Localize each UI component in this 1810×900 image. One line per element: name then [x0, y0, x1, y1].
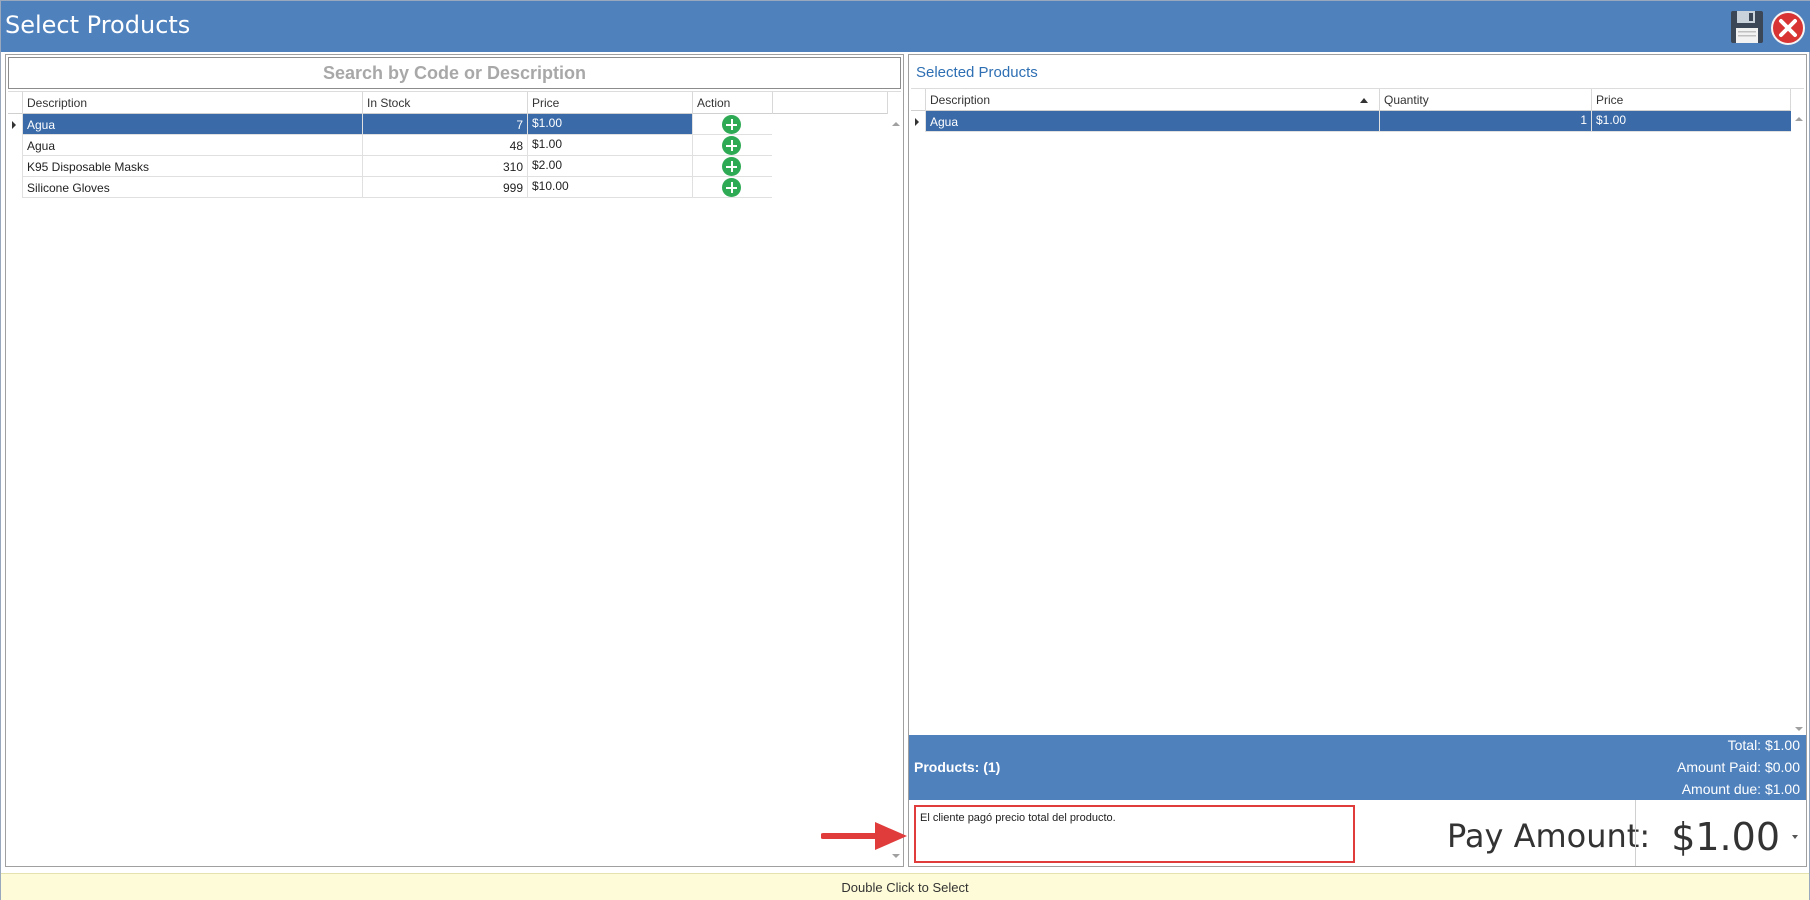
payment-note-field[interactable]: El cliente pagó precio total del product…: [914, 805, 1355, 863]
cell-action: [692, 177, 772, 198]
column-header-price[interactable]: Price: [527, 92, 692, 114]
pay-amount-input[interactable]: $1.00: [1635, 800, 1806, 866]
column-header-quantity[interactable]: Quantity: [1379, 89, 1591, 111]
column-header-description[interactable]: Description: [22, 92, 362, 114]
cell-price: $1.00: [1591, 111, 1791, 132]
cell-in-stock: 7: [362, 114, 527, 135]
table-row[interactable]: Agua 1 $1.00: [911, 111, 1791, 132]
cell-price: $1.00: [527, 114, 692, 135]
cell-action: [692, 135, 772, 156]
close-icon: [1771, 11, 1805, 45]
selected-grid-header: Description Quantity Price: [911, 89, 1791, 111]
cell-price: $1.00: [527, 135, 692, 156]
sort-ascending-icon: [1360, 98, 1368, 103]
selected-products-panel: Selected Products Description Quantity P…: [908, 54, 1807, 867]
column-header-price[interactable]: Price: [1591, 89, 1791, 111]
title-bar: Select Products: [1, 1, 1810, 52]
pay-amount-label: Pay Amount:: [1447, 817, 1651, 855]
search-input[interactable]: [9, 58, 900, 88]
selected-products-grid: Description Quantity Price Agua 1 $1.00: [911, 88, 1804, 734]
column-header-filler: [772, 92, 888, 114]
row-indicator-icon: [12, 121, 16, 129]
cell-description: K95 Disposable Masks: [22, 156, 362, 177]
status-text: Double Click to Select: [841, 880, 969, 895]
cell-description: Agua: [22, 135, 362, 156]
cell-quantity: 1: [1379, 111, 1591, 132]
product-search-panel: Description In Stock Price Action Agua 7…: [5, 54, 904, 867]
cell-action: [692, 114, 772, 135]
pay-amount-value: $1.00: [1671, 815, 1780, 859]
chevron-down-icon[interactable]: [1792, 835, 1798, 839]
amount-due: Amount due: $1.00: [1681, 781, 1800, 797]
cell-in-stock: 48: [362, 135, 527, 156]
total-amount: Total: $1.00: [1727, 737, 1800, 753]
add-icon[interactable]: [722, 178, 741, 197]
payment-note-text: El cliente pagó precio total del product…: [920, 812, 1116, 824]
order-summary: Products: (1) Total: $1.00 Amount Paid: …: [909, 735, 1806, 800]
table-row[interactable]: Silicone Gloves 999 $10.00: [8, 177, 888, 198]
scroll-up-icon[interactable]: [1795, 117, 1803, 121]
table-row[interactable]: Agua 48 $1.00: [8, 135, 888, 156]
window-title: Select Products: [5, 11, 191, 39]
cell-price: $2.00: [527, 156, 692, 177]
close-button[interactable]: [1770, 10, 1806, 46]
table-row[interactable]: Agua 7 $1.00: [8, 114, 888, 135]
add-icon[interactable]: [722, 157, 741, 176]
cell-description: Agua: [22, 114, 362, 135]
add-icon[interactable]: [722, 136, 741, 155]
scroll-down-icon[interactable]: [1795, 727, 1803, 731]
save-button[interactable]: [1729, 9, 1765, 45]
products-grid: Description In Stock Price Action Agua 7…: [8, 91, 901, 864]
products-count: Products: (1): [914, 759, 1001, 775]
amount-paid: Amount Paid: $0.00: [1677, 759, 1800, 775]
cell-price: $10.00: [527, 177, 692, 198]
column-header-action[interactable]: Action: [692, 92, 772, 114]
selected-products-title: Selected Products: [916, 64, 1038, 81]
row-indicator-icon: [915, 118, 919, 126]
add-icon[interactable]: [722, 115, 741, 134]
scroll-up-icon[interactable]: [892, 122, 900, 126]
search-box[interactable]: [8, 57, 901, 89]
column-header-in-stock[interactable]: In Stock: [362, 92, 527, 114]
arrow-annotation-icon: [821, 822, 907, 850]
cell-description: Agua: [925, 111, 1379, 132]
cell-description: Silicone Gloves: [22, 177, 362, 198]
cell-action: [692, 156, 772, 177]
select-products-window: Select Products Description: [0, 0, 1810, 900]
status-bar: Double Click to Select: [1, 873, 1809, 900]
products-grid-header: Description In Stock Price Action: [8, 92, 888, 114]
scroll-down-icon[interactable]: [892, 854, 900, 858]
table-row[interactable]: K95 Disposable Masks 310 $2.00: [8, 156, 888, 177]
cell-in-stock: 310: [362, 156, 527, 177]
save-icon: [1731, 11, 1763, 43]
column-header-description[interactable]: Description: [925, 89, 1379, 111]
cell-in-stock: 999: [362, 177, 527, 198]
